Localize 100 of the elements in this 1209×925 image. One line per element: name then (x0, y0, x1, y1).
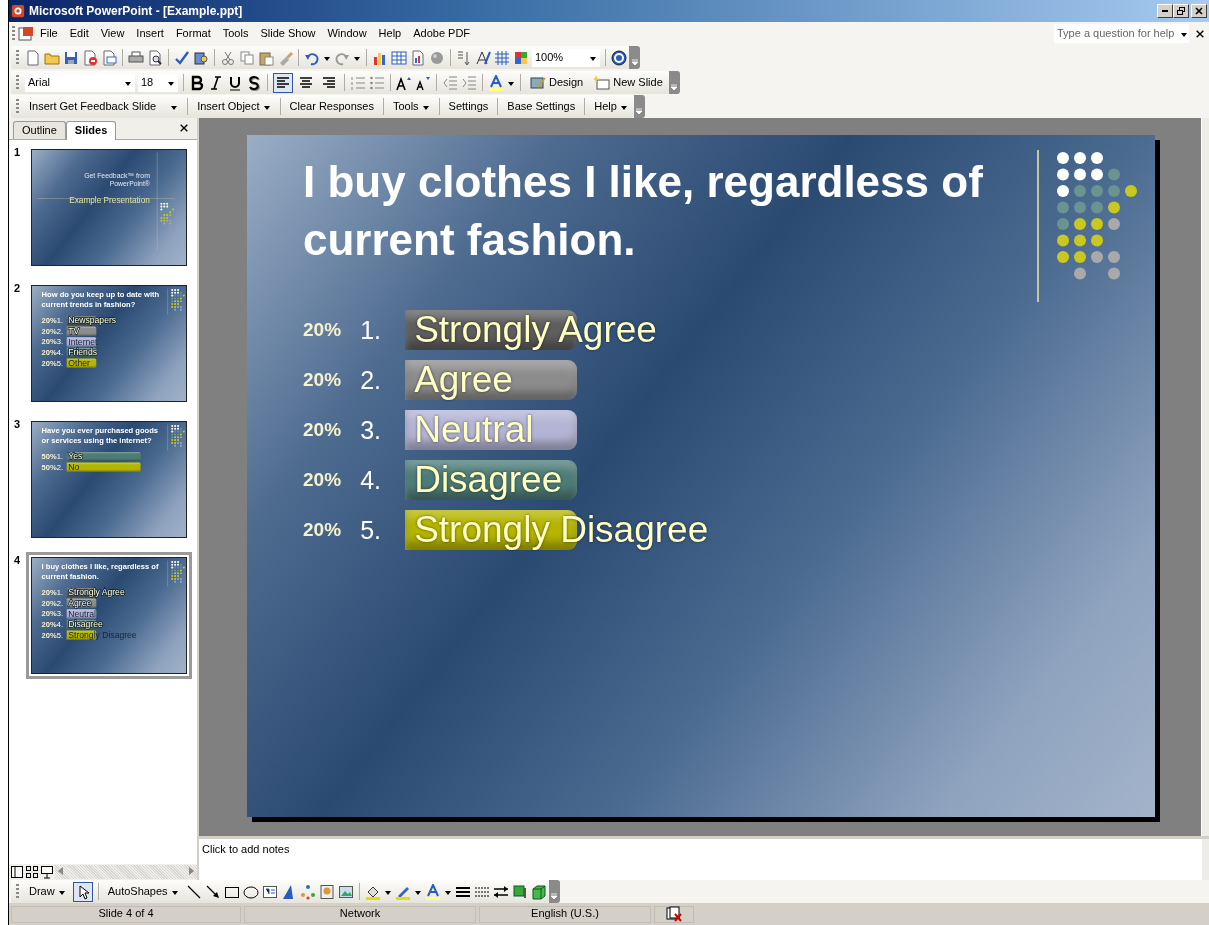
toolbar-button[interactable]: Base Settings (503, 97, 580, 116)
slide-number: 3 (13, 418, 22, 432)
menu-item[interactable]: Adobe PDF (407, 24, 477, 43)
pointer-button[interactable] (72, 881, 93, 902)
save-icon[interactable] (63, 49, 79, 66)
toolbar-grip[interactable] (12, 26, 15, 41)
slide-show-icon[interactable] (40, 865, 54, 879)
font-size-dropdown[interactable]: 18 (138, 73, 178, 92)
option-label: No (67, 462, 80, 473)
paste-icon[interactable] (258, 49, 274, 66)
arrow-style-icon[interactable] (492, 883, 509, 900)
shadow-style-icon[interactable] (511, 883, 528, 900)
clip-art-icon[interactable] (318, 883, 335, 900)
dropdown-button[interactable]: Insert Get Feedback Slide (25, 97, 183, 116)
spelling-icon[interactable] (174, 49, 190, 66)
normal-view-icon[interactable] (10, 865, 24, 879)
bold-icon[interactable] (189, 74, 205, 91)
menu-item[interactable]: Edit (63, 24, 95, 43)
new-slide-icon (594, 74, 611, 91)
print-preview-icon[interactable] (147, 49, 163, 66)
draw-menu-button[interactable]: Draw (25, 882, 70, 901)
new-document-icon[interactable] (25, 49, 41, 66)
3d-style-icon[interactable] (530, 883, 547, 900)
new-slide-button[interactable]: New Slide (590, 72, 667, 93)
table-icon[interactable] (391, 49, 407, 66)
slide-sorter-icon[interactable] (25, 865, 39, 879)
option-number: 2. (360, 365, 383, 396)
bullets-icon[interactable] (369, 74, 385, 91)
pane-tab[interactable]: Slides (65, 120, 117, 140)
menu-item[interactable]: Insert (130, 24, 170, 43)
arrow-icon[interactable] (204, 883, 221, 900)
toolbar-grip[interactable] (16, 75, 19, 90)
minimize-button[interactable] (1157, 4, 1173, 18)
toolbar-options-button[interactable] (633, 95, 645, 118)
chart-page-icon[interactable] (410, 49, 426, 66)
grid-icon[interactable] (494, 49, 510, 66)
autoshapes-button[interactable]: AutoShapes (103, 882, 183, 901)
oval-icon[interactable] (242, 883, 259, 900)
menu-item[interactable]: Help (372, 24, 408, 43)
menu-item[interactable]: Slide Show (254, 24, 322, 43)
option-number: 3. (360, 415, 383, 446)
dropdown-button[interactable]: Insert Object (193, 97, 275, 116)
font-color-icon[interactable] (424, 883, 441, 900)
line-icon[interactable] (185, 883, 202, 900)
option-number: 5. (360, 515, 383, 546)
menu-item[interactable]: View (94, 24, 131, 43)
chevron-icon (670, 84, 679, 91)
scissors-icon[interactable] (220, 49, 236, 66)
text-box-icon[interactable] (261, 883, 278, 900)
help-icon[interactable] (611, 49, 627, 66)
diagram-icon[interactable] (299, 883, 316, 900)
shrink-font-icon[interactable] (415, 74, 431, 91)
toolbar-button[interactable]: Clear Responses (285, 97, 378, 116)
chevron-icon (635, 108, 644, 115)
menu-item[interactable]: Window (321, 24, 373, 43)
option-label: Strongly Agree (67, 587, 125, 598)
dot-pattern-drawing (170, 288, 186, 311)
toolbar-grip[interactable] (16, 50, 19, 65)
slide-number: 4 (13, 554, 22, 568)
font-color-icon[interactable] (488, 74, 504, 91)
close-icon[interactable] (1195, 28, 1205, 39)
page-icon[interactable] (82, 49, 98, 66)
picture-icon[interactable] (337, 883, 354, 900)
book-icon[interactable] (193, 49, 209, 66)
color-icon[interactable] (513, 49, 529, 66)
toolbar-options-button[interactable] (668, 71, 680, 94)
toolbar-button[interactable]: Settings (444, 97, 493, 116)
percent-label: 20% (303, 468, 343, 492)
menu-item[interactable]: Tools (216, 24, 255, 43)
close-button[interactable] (1191, 4, 1207, 18)
restore-button[interactable] (1173, 4, 1189, 18)
align-left-button[interactable] (273, 72, 293, 93)
close-icon[interactable] (179, 123, 189, 133)
dropdown-button[interactable]: Tools (388, 97, 434, 116)
italic-icon[interactable] (208, 74, 224, 91)
option-label: Other (67, 358, 90, 369)
spelling-status-icon (665, 906, 683, 922)
option-number: 1. (360, 315, 383, 346)
text-shadow-icon[interactable] (246, 74, 262, 91)
percent-label: 20% (303, 418, 343, 442)
envelope-icon[interactable] (101, 49, 117, 66)
design-button[interactable]: Design (526, 72, 588, 93)
help-search-field[interactable]: Type a question for help (1054, 24, 1189, 43)
toolbar-grip[interactable] (16, 99, 19, 114)
window-title: Microsoft PowerPoint - [Example.ppt] (29, 3, 243, 19)
status-text: English (U.S.) (479, 905, 651, 923)
font-dropdown[interactable]: Arial (25, 73, 135, 92)
toolbar-grip[interactable] (16, 884, 19, 899)
dropdown-button[interactable]: Help (590, 97, 632, 116)
pane-tab[interactable]: Outline (13, 120, 66, 139)
printer-icon[interactable] (128, 49, 144, 66)
menu-item[interactable]: Format (169, 24, 217, 43)
toolbar-options-button[interactable] (548, 880, 560, 903)
status-text: Network (244, 905, 476, 923)
underline-icon[interactable] (227, 74, 243, 91)
document-icon[interactable] (18, 25, 34, 42)
zoom-dropdown[interactable]: 100% (532, 48, 600, 67)
formatting-icon[interactable] (475, 49, 491, 66)
menu-item[interactable]: File (34, 24, 64, 43)
align-right-icon (321, 74, 337, 91)
